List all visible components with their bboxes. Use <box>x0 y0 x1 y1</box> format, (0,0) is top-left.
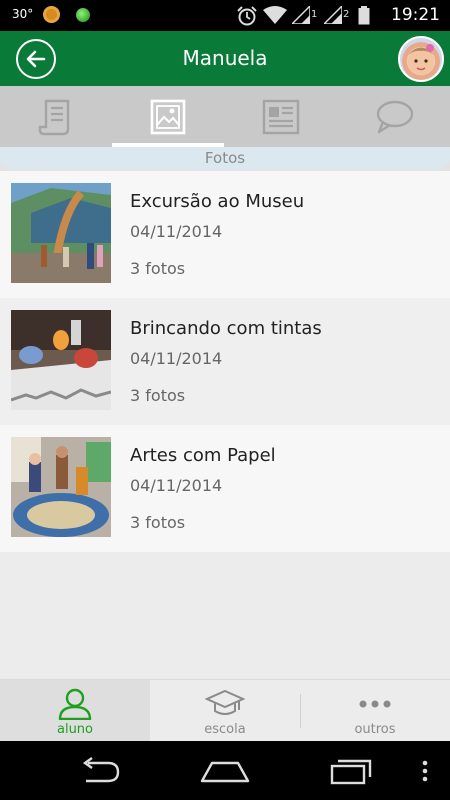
page-title: Manuela <box>182 46 268 70</box>
system-back-icon[interactable] <box>78 757 122 785</box>
nav-label: escola <box>204 722 246 737</box>
bottom-navigation: aluno escola outros <box>0 679 450 742</box>
tab-news[interactable] <box>225 86 337 147</box>
system-menu-icon[interactable] <box>420 757 430 785</box>
alarm-icon <box>237 6 257 26</box>
scroll-icon <box>38 99 70 135</box>
nav-aluno[interactable]: aluno <box>0 680 150 742</box>
signal-icon <box>324 6 342 24</box>
album-title: Brincando com tintas <box>130 318 322 339</box>
album-date: 04/11/2014 <box>130 349 223 368</box>
system-navigation-bar <box>0 741 450 800</box>
album-date: 04/11/2014 <box>130 222 223 241</box>
green-dot-icon <box>76 8 90 22</box>
tab-messages[interactable] <box>338 86 450 147</box>
clock: 19:21 <box>391 5 440 25</box>
tab-photos[interactable] <box>112 86 224 147</box>
sim2-label: 2 <box>343 9 350 20</box>
status-bar: 30° 1 2 19:21 <box>0 0 450 31</box>
nav-escola[interactable]: escola <box>150 680 300 742</box>
section-header: Fotos <box>0 147 450 171</box>
system-recents-icon[interactable] <box>328 757 374 785</box>
signal-icon <box>292 6 310 24</box>
album-photo-count: 3 fotos <box>130 513 186 532</box>
album-thumbnail-painting <box>11 310 111 410</box>
list-item[interactable]: Brincando com tintas 04/11/2014 3 fotos <box>0 298 450 425</box>
newspaper-icon <box>262 99 300 134</box>
album-photo-count: 3 fotos <box>130 259 186 278</box>
nav-outros[interactable]: outros <box>300 680 450 742</box>
avatar[interactable] <box>398 36 444 82</box>
sim1-label: 1 <box>311 9 318 20</box>
battery-icon <box>358 6 370 25</box>
nav-label: outros <box>354 722 396 737</box>
chat-bubble-icon <box>376 100 414 133</box>
graduation-cap-icon <box>205 689 245 715</box>
nav-label: aluno <box>56 722 93 737</box>
temperature-text: 30° <box>12 7 34 21</box>
list-item[interactable]: Excursão ao Museu 04/11/2014 3 fotos <box>0 171 450 298</box>
list-item[interactable]: Artes com Papel 04/11/2014 3 fotos <box>0 425 450 552</box>
image-icon <box>150 99 186 134</box>
album-title: Excursão ao Museu <box>130 191 305 212</box>
album-thumbnail-museum <box>11 183 111 283</box>
album-photo-count: 3 fotos <box>130 386 186 405</box>
album-title: Artes com Papel <box>130 445 276 466</box>
section-title: Fotos <box>0 147 450 169</box>
more-dots-icon <box>359 700 391 708</box>
app-bar: Manuela <box>0 31 450 86</box>
child-face-icon <box>408 44 434 75</box>
notification-app-icon <box>43 6 60 23</box>
tab-scroll[interactable] <box>0 86 112 147</box>
album-list: Excursão ao Museu 04/11/2014 3 fotos Bri… <box>0 171 450 679</box>
wifi-icon <box>263 6 287 24</box>
album-thumbnail-paper-art <box>11 437 111 537</box>
album-date: 04/11/2014 <box>130 476 223 495</box>
system-home-icon[interactable] <box>200 757 250 785</box>
tab-bar <box>0 86 450 147</box>
person-icon <box>58 688 92 720</box>
